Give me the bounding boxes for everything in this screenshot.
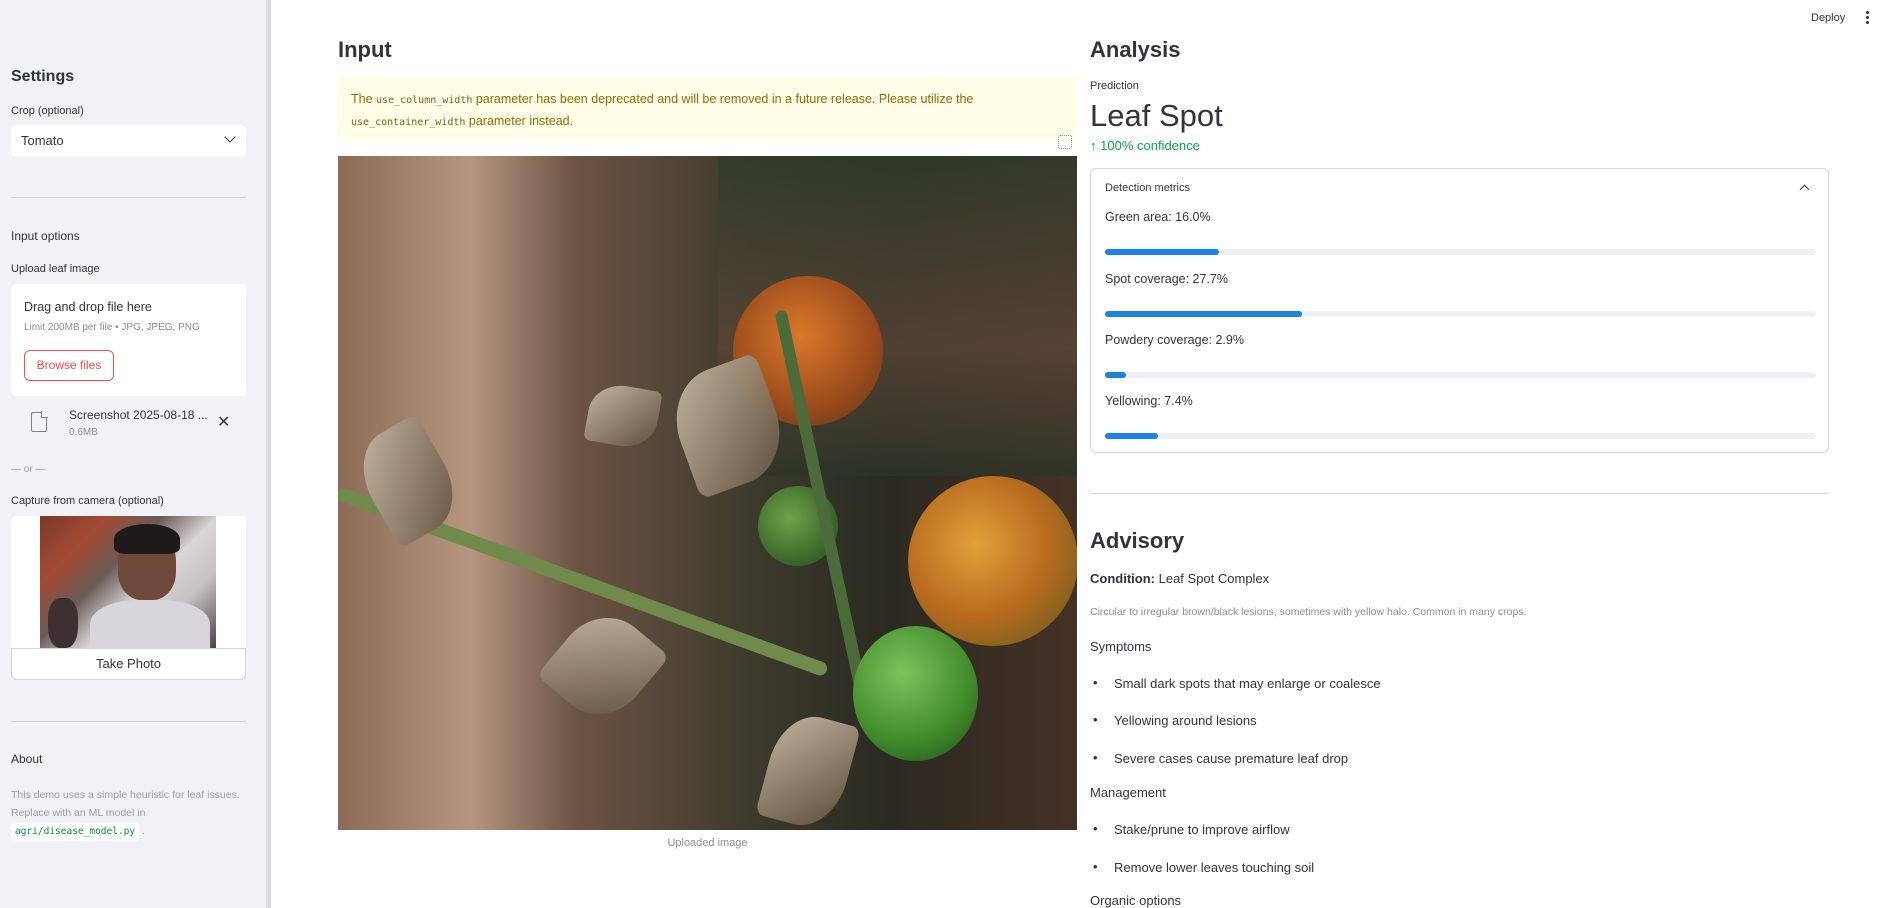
confidence-text: 100% confidence [1100, 138, 1200, 153]
chevron-down-icon [224, 131, 236, 143]
deploy-button[interactable]: Deploy [1811, 12, 1845, 24]
metric-progress-fill [1105, 433, 1158, 439]
warning-code-1: use_column_width [376, 95, 473, 106]
list-item-text: Small dark spots that may enlarge or coa… [1114, 676, 1381, 691]
metric-label: Powdery coverage: 2.9% [1105, 333, 1244, 347]
camera-label: Capture from camera (optional) [11, 495, 164, 507]
upload-label: Upload leaf image [11, 263, 100, 275]
sidebar-divider [11, 197, 246, 198]
input-heading: Input [338, 37, 392, 62]
file-name: Screenshot 2025-08-18 ... [69, 408, 208, 422]
condition-label: Condition: [1090, 571, 1155, 586]
metric-label: Yellowing: 7.4% [1105, 394, 1193, 408]
metric-progress-fill [1105, 311, 1302, 317]
analysis-heading: Analysis [1090, 37, 1181, 62]
metric-progress-fill [1105, 372, 1126, 378]
camera-person-hair [114, 524, 180, 554]
sidebar-resize-handle[interactable] [266, 0, 271, 908]
take-photo-button[interactable]: Take Photo [11, 648, 246, 680]
crop-label: Crop (optional) [11, 105, 84, 117]
prediction-label: Prediction [1090, 80, 1139, 92]
about-heading: About [11, 752, 43, 766]
warning-code-2: use_container_width [351, 117, 466, 128]
file-size: 0.6MB [69, 427, 98, 438]
warning-text-post: parameter instead. [468, 114, 574, 128]
organic-heading: Organic options [1090, 893, 1182, 908]
management-heading: Management [1090, 785, 1166, 800]
dropzone-title: Drag and drop file here [24, 300, 152, 314]
file-icon [31, 411, 48, 432]
confidence-delta: ↑ 100% confidence [1090, 138, 1200, 153]
list-item-text: Remove lower leaves touching soil [1114, 860, 1315, 875]
app-root: Settings Crop (optional) Tomato Input op… [0, 0, 1901, 908]
sidebar: Settings Crop (optional) Tomato Input op… [0, 0, 268, 908]
photo-tomato [908, 476, 1077, 646]
crop-select-value: Tomato [21, 133, 64, 148]
browse-files-button[interactable]: Browse files [24, 350, 114, 381]
arrow-up-icon: ↑ [1090, 138, 1097, 153]
uploaded-leaf-image [338, 156, 1077, 830]
file-dropzone[interactable]: Drag and drop file here Limit 200MB per … [11, 284, 246, 396]
fullscreen-icon[interactable] [1058, 135, 1072, 149]
detection-metrics-expander[interactable]: Detection metrics Green area: 16.0% Spot… [1090, 168, 1829, 453]
about-tail: . [142, 825, 145, 837]
sidebar-divider [11, 721, 246, 722]
metric-label: Spot coverage: 27.7% [1105, 272, 1228, 286]
or-separator: — or — [11, 464, 46, 475]
more-menu-icon[interactable] [1866, 11, 1870, 25]
deprecation-warning: The use_column_width parameter has been … [338, 76, 1076, 140]
metrics-title: Detection metrics [1105, 182, 1190, 194]
advisory-heading: Advisory [1090, 528, 1185, 553]
crop-select[interactable]: Tomato [11, 125, 246, 157]
sidebar-title: Settings [11, 68, 75, 85]
camera-feed [40, 516, 216, 648]
metric-progress-fill [1105, 249, 1219, 255]
list-item-text: Stake/prune to improve airflow [1114, 822, 1290, 837]
image-caption: Uploaded image [667, 837, 748, 849]
metric-progress [1105, 249, 1816, 255]
advisory-description: Circular to irregular brown/black lesion… [1090, 606, 1527, 618]
warning-text-pre: The [351, 92, 373, 106]
condition-value: Leaf Spot Complex [1158, 571, 1270, 586]
symptoms-heading: Symptoms [1090, 639, 1152, 654]
prediction-value: Leaf Spot [1090, 98, 1223, 133]
dropzone-limit: Limit 200MB per file • JPG, JPEG, PNG [24, 322, 200, 333]
input-options-heading: Input options [11, 229, 80, 243]
metric-progress [1105, 311, 1816, 317]
section-divider [1090, 493, 1829, 494]
photo-tomato [853, 626, 978, 761]
about-body: This demo uses a simple heuristic for le… [11, 789, 240, 819]
metric-progress [1105, 372, 1816, 378]
metric-progress [1105, 433, 1816, 439]
about-code: agri/disease_model.py [11, 823, 140, 841]
list-item-text: Yellowing around lesions [1114, 713, 1257, 728]
about-text: This demo uses a simple heuristic for le… [11, 786, 251, 841]
warning-text-mid: parameter has been deprecated and will b… [475, 92, 974, 106]
metric-label: Green area: 16.0% [1105, 210, 1211, 224]
list-item-text: Severe cases cause premature leaf drop [1114, 751, 1349, 766]
uploaded-file-row: Screenshot 2025-08-18 ... 0.6MB ✕ [11, 402, 246, 446]
chevron-up-icon[interactable] [1799, 184, 1810, 195]
camera-background-person [48, 598, 78, 648]
close-icon[interactable]: ✕ [217, 412, 230, 432]
camera-preview [11, 516, 246, 648]
camera-person-shirt [90, 600, 210, 648]
advisory-condition: Condition: Leaf Spot Complex [1090, 571, 1269, 586]
